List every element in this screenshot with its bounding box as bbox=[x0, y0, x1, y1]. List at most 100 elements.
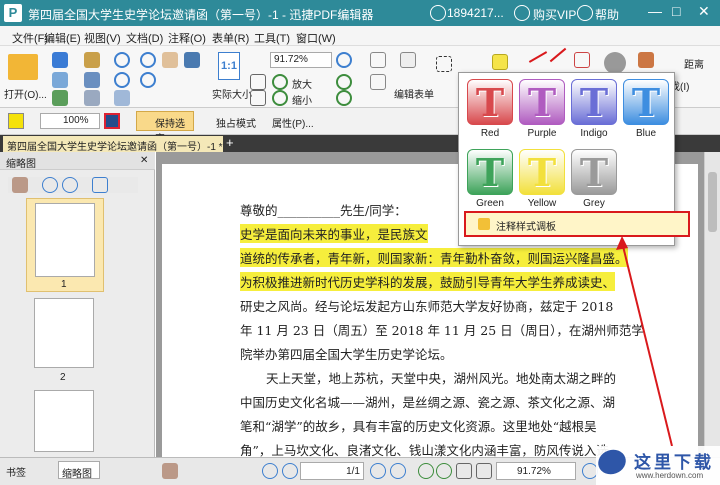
print-icon[interactable] bbox=[52, 72, 68, 88]
arrow-tool-icon[interactable] bbox=[549, 47, 567, 63]
grey-style-swatch[interactable]: T bbox=[571, 149, 617, 195]
help-icon[interactable] bbox=[577, 5, 593, 21]
purple-style-swatch[interactable]: T bbox=[519, 79, 565, 125]
doc-line-highlighted[interactable]: 史学是面向未来的事业，是民族文 bbox=[240, 224, 428, 243]
buy-vip-link[interactable]: 购买VIP bbox=[533, 6, 576, 23]
bookmarks-tab[interactable]: 书签 bbox=[6, 464, 26, 479]
line-tool-icon[interactable] bbox=[528, 51, 548, 63]
indigo-style-swatch[interactable]: T bbox=[571, 79, 617, 125]
actual-size-button[interactable]: 实际大小 bbox=[212, 86, 252, 101]
close-icon[interactable]: ✕ bbox=[698, 3, 710, 20]
forward-icon[interactable] bbox=[140, 52, 156, 68]
scrollbar-thumb[interactable] bbox=[708, 172, 717, 232]
copy-icon[interactable] bbox=[84, 52, 100, 68]
edit-form-button[interactable]: 编辑表单 bbox=[394, 86, 434, 101]
sticky-note-icon[interactable] bbox=[492, 54, 508, 70]
rotate-ccw-icon[interactable] bbox=[336, 90, 352, 106]
thumbnail-selected[interactable]: 1 bbox=[26, 198, 104, 292]
thumbnail-page-1[interactable] bbox=[35, 203, 95, 277]
minimize-icon[interactable]: — bbox=[648, 3, 662, 19]
thumbnails-tab[interactable]: 缩略图 bbox=[58, 461, 100, 480]
prev-page-icon[interactable] bbox=[282, 463, 298, 479]
snapshot-icon[interactable] bbox=[184, 52, 200, 68]
fill-color-swatch[interactable] bbox=[8, 113, 24, 129]
cut-icon[interactable] bbox=[84, 72, 100, 88]
last-page-icon[interactable] bbox=[390, 463, 406, 479]
fit-width-icon[interactable] bbox=[250, 90, 266, 106]
hand-icon[interactable] bbox=[162, 52, 178, 68]
menu-document[interactable]: 文档(D) bbox=[126, 30, 163, 46]
page-number-field[interactable]: 1/1 bbox=[300, 462, 364, 480]
thumb-zoom-in-icon[interactable] bbox=[42, 177, 58, 193]
menu-edit[interactable]: 编辑(E) bbox=[44, 30, 81, 46]
zoom-in-icon[interactable] bbox=[272, 74, 288, 90]
menu-form[interactable]: 表单(R) bbox=[212, 30, 249, 46]
menu-annotation[interactable]: 注释(O) bbox=[168, 30, 206, 46]
thumb-options-icon[interactable] bbox=[12, 177, 28, 193]
doc-line-highlighted[interactable]: 为积极推进新时代历史学科的发展，鼓励引导青年大学生养成读史、 bbox=[240, 272, 616, 291]
menu-file[interactable]: 文件(F) bbox=[12, 30, 48, 46]
actual-size-icon[interactable]: 1:1 bbox=[218, 52, 240, 80]
menu-tools[interactable]: 工具(T) bbox=[254, 30, 290, 46]
redo-icon[interactable] bbox=[140, 72, 156, 88]
document-tab[interactable]: 第四届全国大学生史学论坛邀请函（第一号）-1 * bbox=[3, 136, 223, 152]
history-back-icon[interactable] bbox=[418, 463, 434, 479]
single-page-icon[interactable] bbox=[456, 463, 472, 479]
form-icon[interactable] bbox=[400, 52, 416, 68]
keep-selected-button[interactable]: 保持选定 bbox=[136, 111, 194, 145]
text-select-icon[interactable] bbox=[114, 90, 130, 106]
vip-icon[interactable] bbox=[514, 5, 530, 21]
zoom-select[interactable]: 91.72% bbox=[270, 52, 332, 68]
zoom-select-status[interactable]: 91.72% bbox=[496, 462, 576, 480]
blue-style-swatch[interactable]: T bbox=[623, 79, 669, 125]
settings-icon[interactable] bbox=[162, 463, 178, 479]
swatch-label: Grey bbox=[583, 198, 605, 209]
palette-label: 注释样式调板 bbox=[496, 222, 556, 233]
help-link[interactable]: 帮助 bbox=[595, 6, 619, 23]
opacity-select[interactable]: 100% bbox=[40, 113, 100, 129]
open-folder-icon[interactable] bbox=[8, 54, 38, 80]
back-icon[interactable] bbox=[114, 52, 130, 68]
next-page-icon[interactable] bbox=[370, 463, 386, 479]
maximize-icon[interactable]: □ bbox=[672, 3, 680, 19]
green-style-swatch[interactable]: T bbox=[467, 149, 513, 195]
measure-icon[interactable] bbox=[638, 52, 654, 68]
border-color-swatch[interactable] bbox=[104, 113, 120, 129]
user-icon[interactable] bbox=[430, 5, 446, 21]
history-forward-icon[interactable] bbox=[436, 463, 452, 479]
vertical-scrollbar[interactable] bbox=[704, 152, 720, 457]
panel-close-icon[interactable]: ✕ bbox=[140, 155, 148, 166]
page-layout-icon[interactable] bbox=[370, 74, 386, 90]
page-icon[interactable] bbox=[370, 52, 386, 68]
thumb-zoom-out-icon[interactable] bbox=[62, 177, 78, 193]
continuous-page-icon[interactable] bbox=[476, 463, 492, 479]
red-style-swatch[interactable]: T bbox=[467, 79, 513, 125]
zoom-out-icon[interactable] bbox=[272, 90, 288, 106]
thumbnail-page-3[interactable] bbox=[34, 390, 94, 452]
zoom-out-button[interactable]: 缩小 bbox=[292, 92, 312, 107]
undo-icon[interactable] bbox=[114, 72, 130, 88]
rotate-icon[interactable] bbox=[336, 74, 352, 90]
new-tab-icon[interactable]: + bbox=[226, 135, 234, 150]
email-icon[interactable] bbox=[52, 90, 68, 106]
thumb-rotate-icon[interactable] bbox=[92, 177, 108, 193]
text-box-icon[interactable] bbox=[436, 56, 452, 72]
exclusive-mode-button[interactable]: 独占模式 bbox=[200, 115, 256, 130]
thumbnail-page-2[interactable] bbox=[34, 298, 94, 368]
paste-icon[interactable] bbox=[84, 90, 100, 106]
shape-tool-icon[interactable] bbox=[574, 52, 590, 68]
save-icon[interactable] bbox=[52, 52, 68, 68]
menu-window[interactable]: 窗口(W) bbox=[296, 30, 336, 46]
user-name[interactable]: 1894217... bbox=[447, 6, 504, 20]
distance-button[interactable]: 距离 bbox=[684, 56, 704, 71]
zoom-icon[interactable] bbox=[336, 52, 352, 68]
properties-button[interactable]: 属性(P)... bbox=[256, 115, 314, 130]
yellow-style-swatch[interactable]: T bbox=[519, 149, 565, 195]
menu-view[interactable]: 视图(V) bbox=[84, 30, 121, 46]
open-button[interactable]: 打开(O)... bbox=[4, 86, 47, 101]
zoom-in-button[interactable]: 放大 bbox=[292, 76, 312, 91]
first-page-icon[interactable] bbox=[262, 463, 278, 479]
swatch-label: Red bbox=[480, 128, 500, 139]
fit-page-icon[interactable] bbox=[250, 74, 266, 90]
stamp-icon[interactable] bbox=[604, 52, 626, 74]
